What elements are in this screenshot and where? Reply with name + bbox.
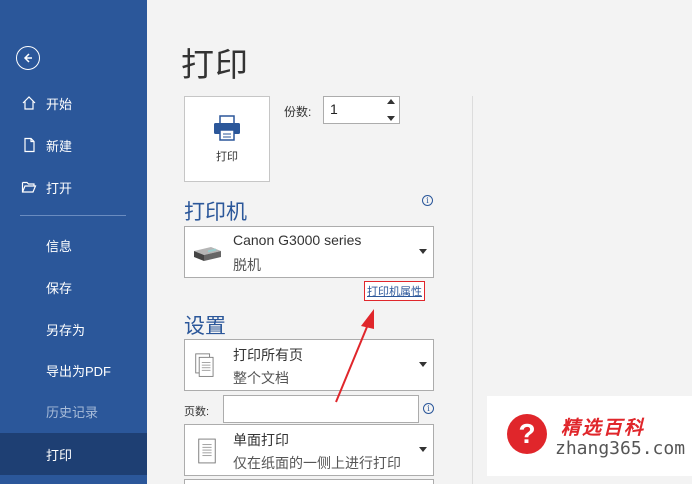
sidebar-item-label: 开始 (46, 96, 73, 112)
home-icon (20, 94, 38, 112)
sidebar-item-label: 历史记录 (46, 404, 99, 420)
sidebar-item-save-as[interactable]: 另存为 (0, 308, 147, 350)
sidebar-item-open[interactable]: 打开 (0, 166, 147, 208)
back-arrow-icon[interactable] (16, 46, 40, 70)
question-icon: ? (507, 414, 547, 454)
sidebar-item-print[interactable]: 打印 (0, 433, 147, 475)
sidebar-divider (20, 215, 126, 216)
sidebar-item-label: 导出为PDF (46, 363, 112, 379)
watermark-title: 精选百科 (561, 418, 646, 439)
open-folder-icon (20, 178, 38, 196)
sidebar-item-save[interactable]: 保存 (0, 266, 147, 308)
sidebar-item-label: 打开 (46, 180, 73, 196)
sidebar-item-export-pdf[interactable]: 导出为PDF (0, 349, 147, 391)
sidebar-item-label: 打印 (46, 447, 73, 463)
watermark-logo: ? 精选百科 zhang365.com (487, 396, 692, 476)
sidebar-item-history[interactable]: 历史记录 (0, 390, 147, 432)
sidebar-item-label: 保存 (46, 280, 73, 296)
sidebar-item-info[interactable]: 信息 (0, 224, 147, 266)
sidebar-item-label: 另存为 (46, 322, 86, 338)
sidebar-item-new[interactable]: 新建 (0, 124, 147, 166)
watermark-site: zhang365.com (555, 438, 686, 459)
new-doc-icon (20, 136, 38, 154)
sidebar-item-label: 信息 (46, 238, 73, 254)
sidebar-item-label: 新建 (46, 138, 73, 154)
backstage-sidebar: 开始 新建 打开 信息 保存 另存为 导出为PDF 历史记录 打印 (0, 0, 147, 484)
sidebar-item-home[interactable]: 开始 (0, 82, 147, 124)
